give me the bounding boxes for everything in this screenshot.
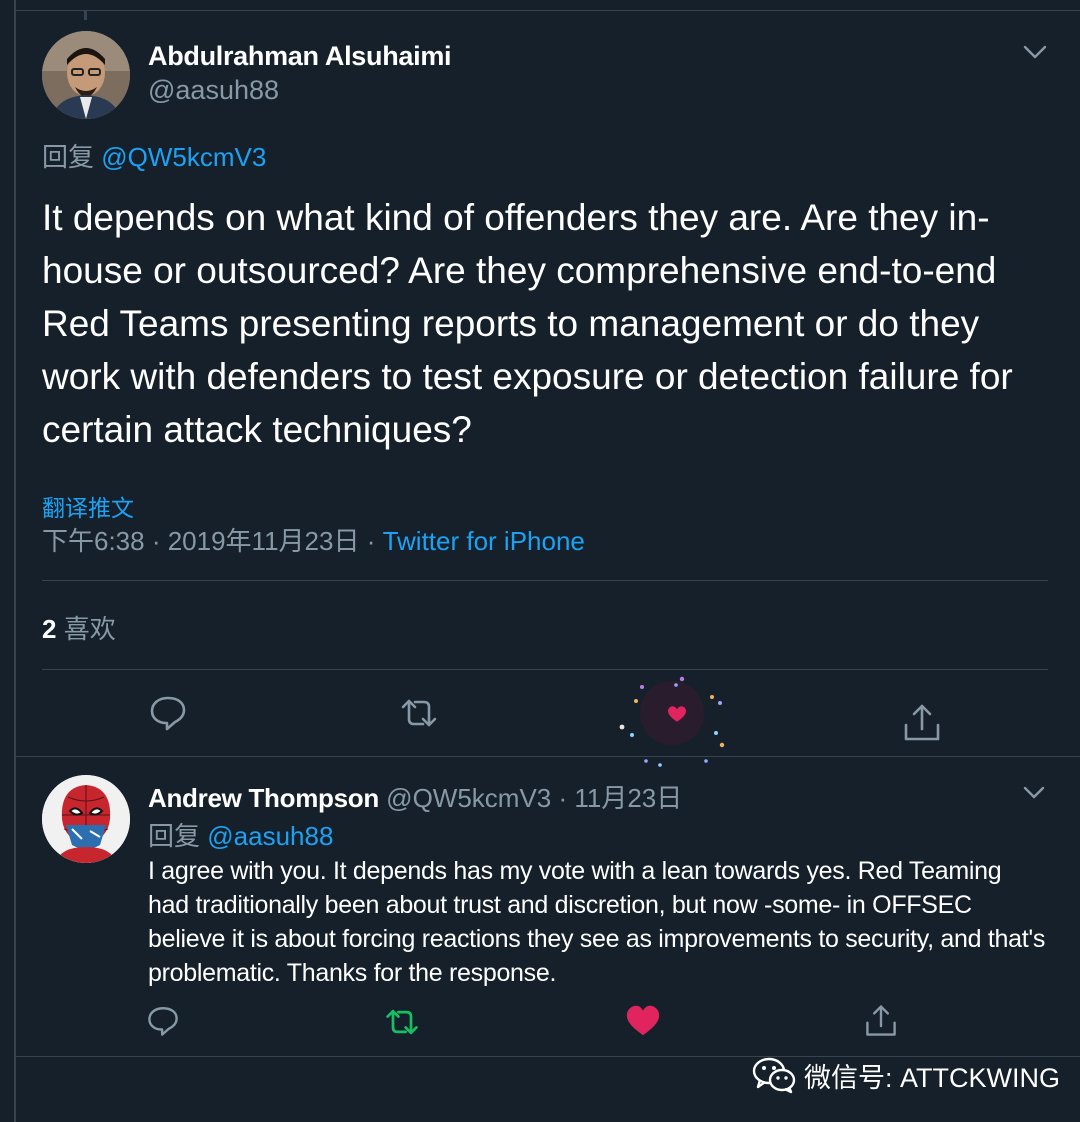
tweet-meta: 下午6:38 · 2019年11月23日 · Twitter for iPhon… xyxy=(42,521,585,558)
reply-to-link[interactable]: @QW5kcmV3 xyxy=(101,142,266,172)
reply-author-avatar[interactable] xyxy=(42,775,130,863)
reply-author-line: Andrew Thompson @QW5kcmV3 · 11月23日 xyxy=(148,778,682,815)
wechat-icon xyxy=(752,1057,796,1094)
reply-author-name[interactable]: Andrew Thompson xyxy=(148,783,379,813)
share-icon[interactable] xyxy=(902,703,942,743)
retweet-icon[interactable] xyxy=(399,693,439,733)
author-name[interactable]: Abdulrahman Alsuhaimi xyxy=(148,41,452,72)
share-icon[interactable] xyxy=(864,1004,898,1038)
wechat-watermark: 微信号: ATTCKWING xyxy=(752,1055,1060,1095)
likes-label: 喜欢 xyxy=(63,614,116,644)
reply-to-link[interactable]: @aasuh88 xyxy=(207,821,333,851)
like-icon[interactable] xyxy=(624,1002,662,1040)
tweet-source[interactable]: Twitter for iPhone xyxy=(383,526,585,556)
reply-context: 回复 @QW5kcmV3 xyxy=(42,137,266,174)
reply-prefix: 回复 xyxy=(148,821,201,851)
reply-author-handle[interactable]: @QW5kcmV3 xyxy=(386,783,551,813)
likes-count: 2 xyxy=(42,614,57,644)
chevron-down-icon[interactable] xyxy=(1022,784,1046,801)
tweet-time[interactable]: 下午6:38 · 2019年11月23日 xyxy=(42,526,359,556)
reply-context: 回复 @aasuh88 xyxy=(148,816,333,853)
meta-separator: · xyxy=(359,526,383,556)
reply-date[interactable]: · 11月23日 xyxy=(551,783,682,813)
main-tweet: Abdulrahman Alsuhaimi @aasuh88 回复 @QW5kc… xyxy=(16,11,1080,767)
tweet-text: It depends on what kind of offenders the… xyxy=(42,197,1013,450)
divider xyxy=(42,580,1048,581)
like-icon[interactable] xyxy=(657,694,697,734)
translate-link[interactable]: 翻译推文 xyxy=(42,489,134,523)
reply-prefix: 回复 xyxy=(42,142,95,172)
tweet-divider xyxy=(16,756,1080,757)
reply-text: I agree with you. It depends has my vote… xyxy=(148,857,1046,987)
author-avatar[interactable] xyxy=(42,31,130,119)
reply-icon[interactable] xyxy=(148,693,188,733)
reply-icon[interactable] xyxy=(146,1004,180,1038)
retweet-icon[interactable] xyxy=(384,1004,420,1040)
chevron-down-icon[interactable] xyxy=(1022,43,1048,61)
likes-stat[interactable]: 2 喜欢 xyxy=(42,609,116,646)
divider xyxy=(42,669,1048,670)
watermark-text: 微信号: ATTCKWING xyxy=(804,1062,1060,1093)
author-handle[interactable]: @aasuh88 xyxy=(148,75,279,106)
